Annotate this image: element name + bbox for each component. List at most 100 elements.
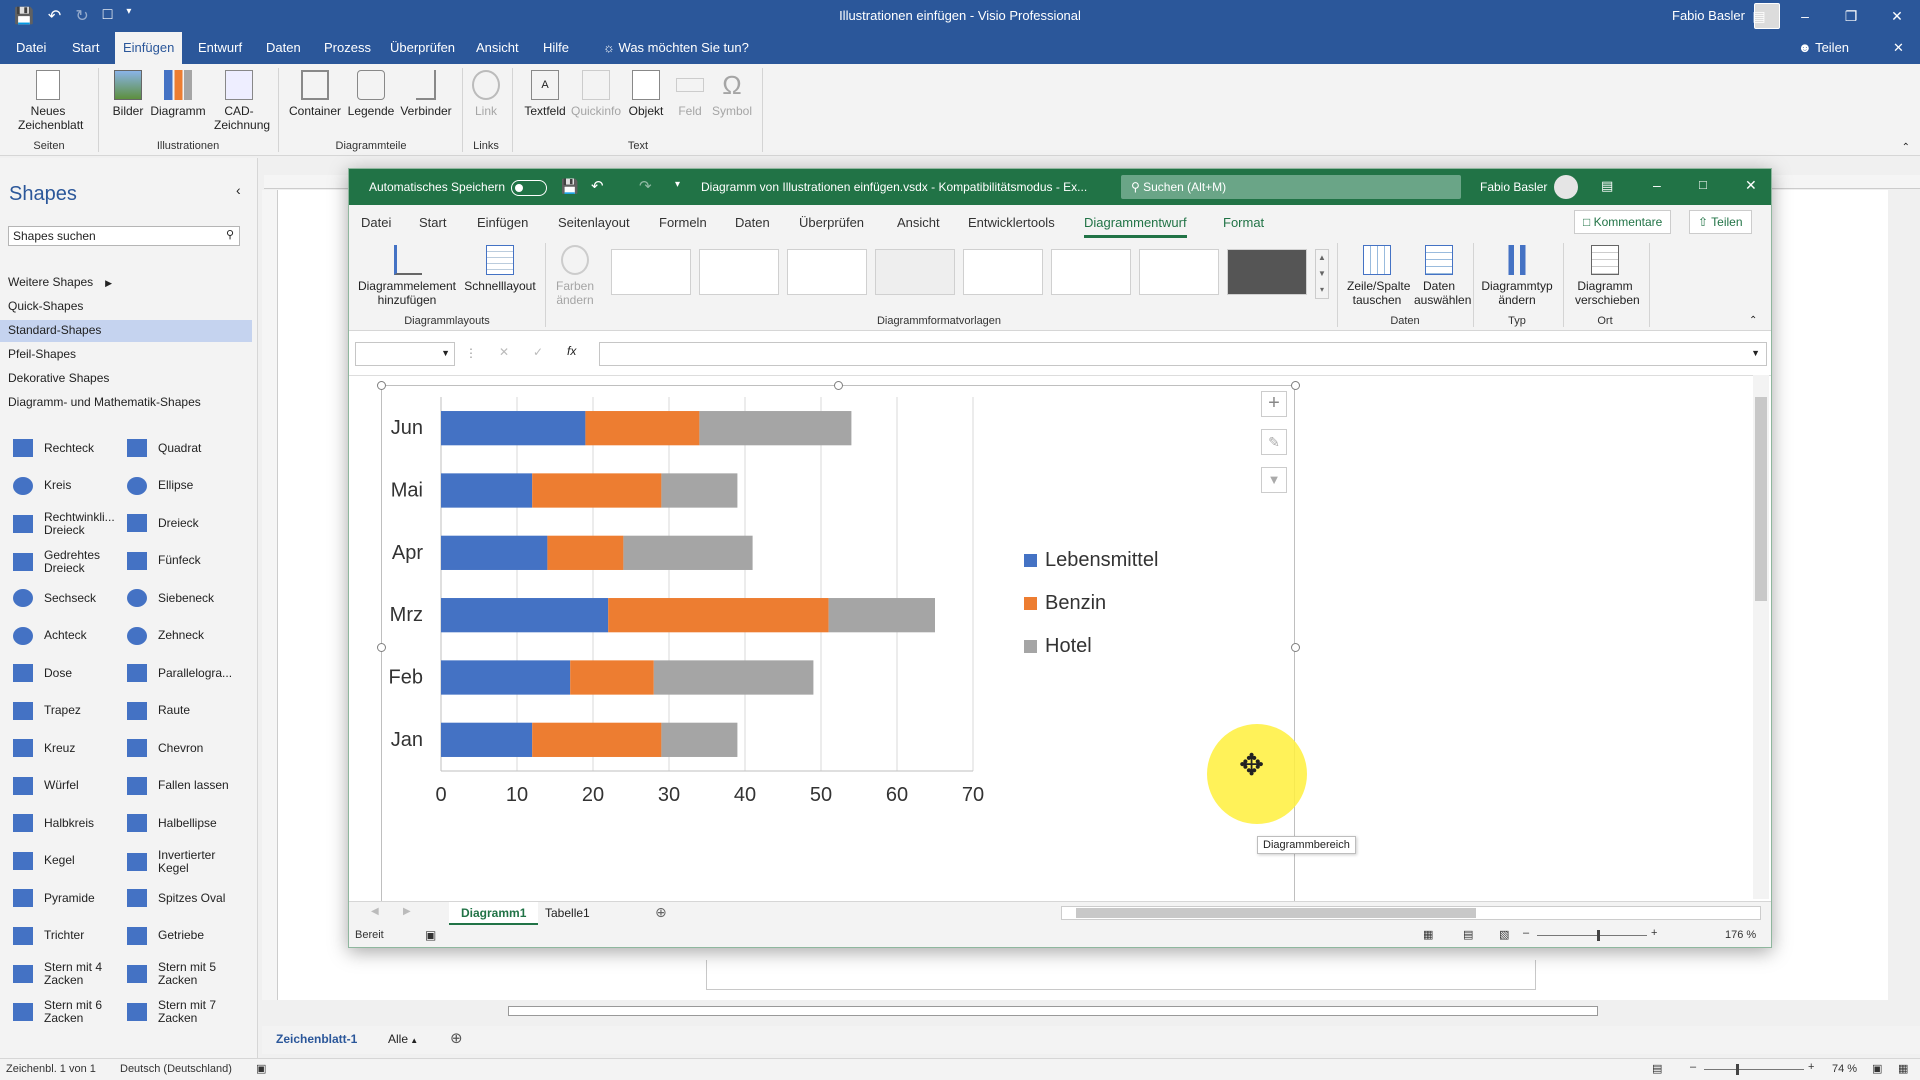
- share-button[interactable]: ☻ Teilen: [1790, 32, 1857, 64]
- link-button[interactable]: Link: [468, 70, 504, 118]
- chart-style-3[interactable]: [787, 249, 867, 295]
- add-sheet-icon[interactable]: ⊕: [655, 904, 667, 921]
- tab-prozess[interactable]: Prozess: [316, 32, 379, 64]
- customize-qat-icon[interactable]: ▾: [675, 179, 680, 190]
- zoom-slider[interactable]: [1537, 930, 1647, 941]
- scroll-thumb[interactable]: [1755, 397, 1767, 601]
- shape-item[interactable]: Getriebe: [124, 924, 234, 948]
- tab-ansicht[interactable]: Ansicht: [468, 32, 527, 64]
- textfield-button[interactable]: A Textfeld: [520, 70, 570, 118]
- minimize-icon[interactable]: –: [1782, 0, 1828, 32]
- tab-daten[interactable]: Daten: [258, 32, 309, 64]
- shape-item[interactable]: Trichter: [10, 924, 120, 948]
- chart-style-6[interactable]: [1051, 249, 1131, 295]
- shape-item[interactable]: Achteck: [10, 624, 120, 648]
- symbol-button[interactable]: Ω Symbol: [710, 70, 754, 118]
- visio-zoom-level[interactable]: 74 %: [1832, 1063, 1857, 1075]
- normal-view-icon[interactable]: ▦: [1423, 928, 1433, 941]
- excel-vertical-scrollbar[interactable]: [1753, 375, 1769, 899]
- collapse-ribbon-icon[interactable]: ⌃: [1749, 315, 1757, 326]
- sheet-horizontal-scrollbar[interactable]: [1061, 906, 1761, 920]
- page-break-icon[interactable]: ▧: [1499, 928, 1509, 941]
- stencil-diagramm-mathematik[interactable]: Diagramm- und Mathematik-Shapes: [8, 395, 201, 409]
- tab-format[interactable]: Format: [1223, 215, 1264, 230]
- zoom-in-icon[interactable]: +: [1651, 927, 1657, 939]
- macro-icon[interactable]: ▣: [256, 1062, 266, 1075]
- resize-handle[interactable]: [1291, 381, 1300, 390]
- avatar[interactable]: [1554, 175, 1578, 199]
- shape-item[interactable]: Kreis: [10, 474, 120, 498]
- shape-item[interactable]: Würfel: [10, 774, 120, 798]
- diagram-button[interactable]: Diagramm: [150, 70, 206, 118]
- zoom-level[interactable]: 176 %: [1725, 929, 1756, 941]
- stacked-bar-chart[interactable]: Jan Feb Mrz Apr Mai Jun 0 10 20 30 40 50 60 70 Leben…: [379, 387, 1299, 907]
- tab-ueberpruefen[interactable]: Überprüfen: [382, 32, 463, 64]
- zoom-out-icon[interactable]: –: [1690, 1061, 1696, 1073]
- shape-item[interactable]: Rechteck: [10, 436, 120, 460]
- tell-me-search[interactable]: ☼ Was möchten Sie tun?: [595, 32, 757, 64]
- page-indicator[interactable]: Zeichenbl. 1 von 1: [6, 1063, 96, 1075]
- shape-item[interactable]: Gedrehtes Dreieck: [10, 548, 120, 575]
- excel-search-box[interactable]: ⚲ Suchen (Alt+M): [1121, 175, 1461, 199]
- select-data-button[interactable]: Daten auswählen: [1411, 245, 1471, 307]
- legend-button[interactable]: Legende: [344, 70, 398, 118]
- shape-item[interactable]: Stern mit 6 Zacken: [10, 998, 120, 1025]
- excel-user-name[interactable]: Fabio Basler: [1480, 180, 1547, 194]
- ribbon-display-icon[interactable]: ▤: [1601, 178, 1613, 194]
- excel-share-button[interactable]: ⇧ Teilen: [1689, 210, 1752, 234]
- tab-hilfe[interactable]: Hilfe: [535, 32, 577, 64]
- comments-button[interactable]: □ Kommentare: [1574, 210, 1672, 234]
- search-icon[interactable]: ⚲: [226, 228, 234, 241]
- tab-entwurf[interactable]: Entwurf: [190, 32, 250, 64]
- chart-style-5[interactable]: [963, 249, 1043, 295]
- page-layout-icon[interactable]: ▤: [1463, 928, 1473, 941]
- shape-item[interactable]: Zehneck: [124, 624, 234, 648]
- stencil-dekorative-shapes[interactable]: Dekorative Shapes: [8, 371, 109, 385]
- tab-start[interactable]: Start: [64, 32, 107, 64]
- tab-ansicht[interactable]: Ansicht: [897, 215, 940, 230]
- shape-item[interactable]: Chevron: [124, 736, 234, 760]
- tab-formeln[interactable]: Formeln: [659, 215, 707, 230]
- shape-item[interactable]: Quadrat: [124, 436, 234, 460]
- scroll-thumb[interactable]: [508, 1006, 1598, 1016]
- shape-item[interactable]: Dreieck: [124, 511, 234, 535]
- tab-diagrammentwurf[interactable]: Diagrammentwurf: [1084, 215, 1187, 238]
- cancel-icon[interactable]: ✕: [499, 345, 509, 359]
- redo-icon[interactable]: ↷: [639, 177, 652, 195]
- shape-item[interactable]: Parallelogra...: [124, 661, 234, 685]
- container-button[interactable]: Container: [286, 70, 344, 118]
- add-chart-element-button[interactable]: Diagrammelement hinzufügen: [355, 245, 461, 307]
- switch-row-column-button[interactable]: Zeile/Spalte tauschen: [1343, 245, 1411, 307]
- tab-ueberpruefen[interactable]: Überprüfen: [799, 215, 864, 230]
- shape-item[interactable]: Stern mit 5 Zacken: [124, 961, 234, 987]
- stencil-weitere-shapes[interactable]: Weitere Shapes ▶: [8, 275, 112, 289]
- chart-style-2[interactable]: [699, 249, 779, 295]
- page-tab-zeichenblatt1[interactable]: Zeichenblatt-1: [276, 1032, 357, 1046]
- scroll-thumb[interactable]: [1076, 908, 1476, 918]
- shape-item[interactable]: Sechseck: [10, 586, 120, 610]
- shape-item[interactable]: Ellipse: [124, 474, 234, 498]
- zoom-slider-thumb[interactable]: [1597, 930, 1600, 941]
- maximize-icon[interactable]: □: [1699, 177, 1707, 192]
- shape-item[interactable]: Pyramide: [10, 886, 120, 910]
- minimize-icon[interactable]: –: [1653, 177, 1661, 193]
- shape-item[interactable]: Fünfeck: [124, 549, 234, 573]
- shape-item[interactable]: Halbkreis: [10, 811, 120, 835]
- shape-item[interactable]: Stern mit 7 Zacken: [124, 998, 234, 1025]
- fit-page-icon[interactable]: ▤: [1652, 1062, 1662, 1075]
- resize-handle[interactable]: [377, 381, 386, 390]
- next-sheet-icon[interactable]: ▶: [403, 906, 411, 917]
- zoom-slider-thumb[interactable]: [1736, 1064, 1739, 1075]
- shape-item[interactable]: Siebeneck: [124, 586, 234, 610]
- ribbon-display-icon[interactable]: ▤: [1736, 0, 1782, 32]
- visio-zoom-slider[interactable]: [1704, 1064, 1804, 1075]
- stencil-quick-shapes[interactable]: Quick-Shapes: [8, 299, 83, 313]
- sheet-tab-tabelle1[interactable]: Tabelle1: [545, 906, 590, 920]
- collapse-pane-icon[interactable]: ‹: [236, 182, 241, 198]
- horizontal-scrollbar[interactable]: [278, 1004, 1888, 1018]
- add-page-icon[interactable]: ⊕: [450, 1029, 463, 1047]
- tab-datei[interactable]: Datei: [361, 215, 391, 230]
- tab-daten[interactable]: Daten: [735, 215, 770, 230]
- save-icon[interactable]: 💾: [561, 178, 578, 195]
- undo-icon[interactable]: ↶: [591, 177, 604, 195]
